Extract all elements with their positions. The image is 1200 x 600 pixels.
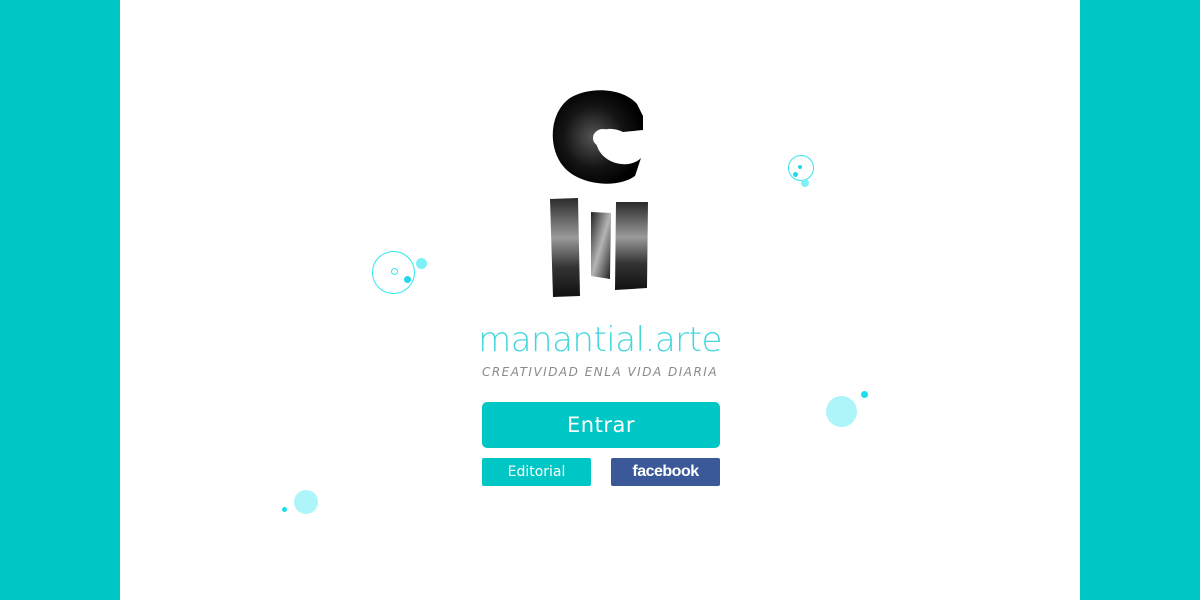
enter-button[interactable]: Entrar (482, 402, 720, 448)
bubble-icon (404, 276, 411, 283)
bubble-icon (793, 172, 798, 177)
editorial-button[interactable]: Editorial (482, 458, 591, 486)
brush-stroke-logo-icon (550, 90, 648, 297)
bubble-icon (801, 179, 809, 187)
brand-name: manantial.arte (478, 320, 722, 360)
bubble-icon (861, 391, 868, 398)
facebook-button[interactable]: facebook (611, 458, 720, 486)
main-panel: manantial.arte CREATIVIDAD ENLA VIDA DIA… (120, 0, 1080, 600)
brand-tagline: CREATIVIDAD ENLA VIDA DIARIA (481, 365, 719, 379)
bubble-icon (798, 165, 802, 169)
bubble-icon (391, 268, 398, 275)
bubble-icon (416, 258, 427, 269)
bubble-icon (826, 396, 857, 427)
bubble-icon (282, 507, 287, 512)
bubble-icon (294, 490, 318, 514)
